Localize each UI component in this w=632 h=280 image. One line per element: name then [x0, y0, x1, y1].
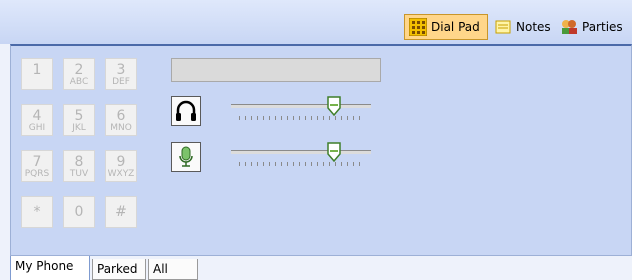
key-7[interactable]: 7 PQRS — [21, 150, 53, 182]
key-4[interactable]: 4 GHI — [21, 104, 53, 136]
dial-pad-label: Dial Pad — [431, 20, 480, 34]
speaker-volume-slider[interactable] — [231, 96, 371, 122]
headphones-icon — [176, 100, 196, 121]
key-star[interactable]: * — [21, 196, 53, 228]
key-5[interactable]: 5 JKL — [63, 104, 95, 136]
dial-pad-button[interactable]: Dial Pad — [404, 14, 488, 40]
parties-label: Parties — [582, 20, 623, 34]
notes-label: Notes — [516, 20, 551, 34]
dial-pad-icon — [408, 17, 428, 37]
tab-parked[interactable]: Parked — [92, 259, 146, 280]
key-2[interactable]: 2 ABC — [63, 58, 95, 90]
phone-panel: 1 2 ABC 3 DEF 4 GHI 5 JKL 6 MNO 7 PQRS 8 TUV 9W… — [10, 44, 632, 256]
key-6[interactable]: 6 MNO — [105, 104, 137, 136]
key-3[interactable]: 3 DEF — [105, 58, 137, 90]
key-hash[interactable]: # — [105, 196, 137, 228]
mic-button[interactable] — [171, 142, 201, 172]
tab-my-phone[interactable]: My Phone — [10, 256, 90, 280]
key-9[interactable]: 9 WXYZ — [105, 150, 137, 182]
speaker-volume-thumb[interactable] — [327, 96, 341, 116]
key-0[interactable]: 0 — [63, 196, 95, 228]
speaker-button[interactable] — [171, 96, 201, 126]
mic-volume-slider[interactable] — [231, 142, 371, 168]
mic-volume-thumb[interactable] — [327, 142, 341, 162]
toolbar: Dial Pad Notes Parties — [0, 0, 632, 44]
microphone-icon — [179, 146, 193, 167]
key-1[interactable]: 1 — [21, 58, 53, 90]
notes-button[interactable]: Notes — [490, 14, 556, 40]
tab-all[interactable]: All — [148, 259, 198, 280]
notes-icon — [494, 18, 512, 36]
parties-button[interactable]: Parties — [556, 14, 632, 40]
number-display[interactable] — [171, 58, 381, 82]
key-8[interactable]: 8 TUV — [63, 150, 95, 182]
parties-icon — [560, 18, 578, 36]
